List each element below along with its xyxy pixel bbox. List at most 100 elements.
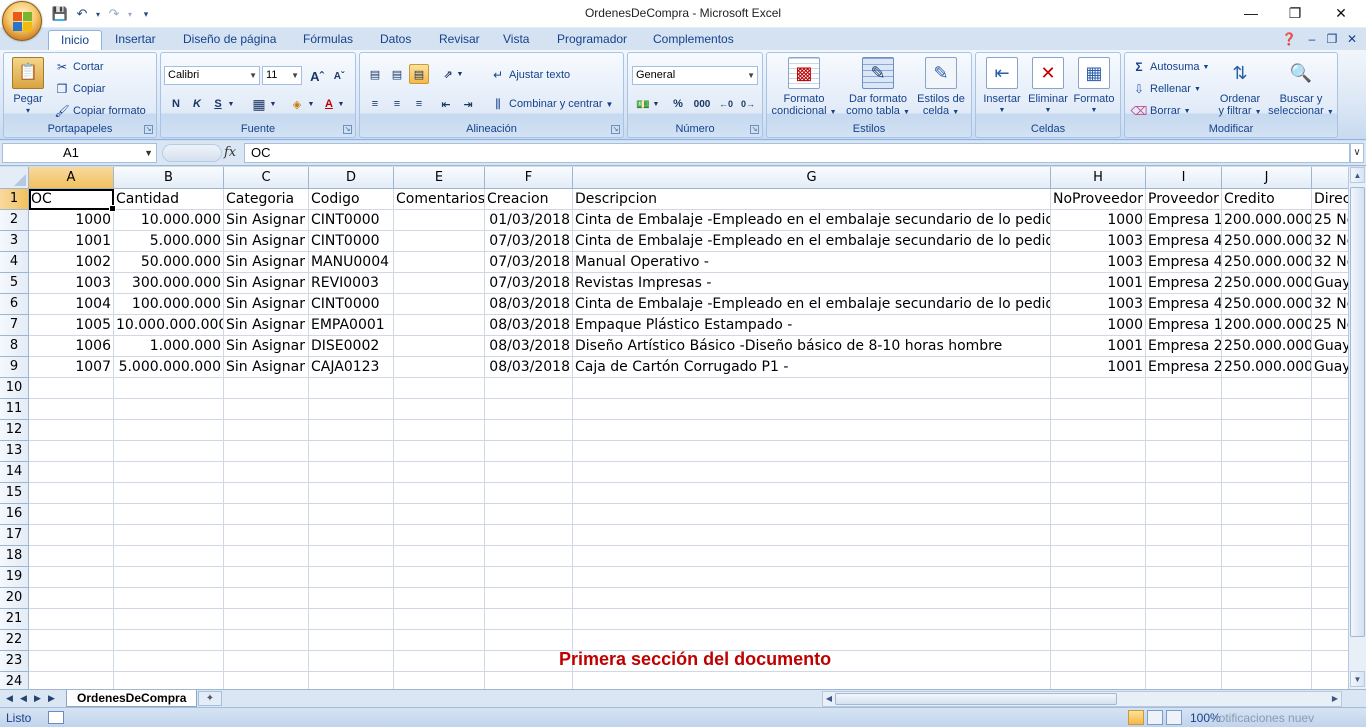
- empty-cell[interactable]: [394, 546, 485, 567]
- empty-cell[interactable]: [114, 651, 224, 672]
- empty-cell[interactable]: [1312, 651, 1348, 672]
- empty-cell[interactable]: [1146, 399, 1222, 420]
- empty-cell[interactable]: [1222, 483, 1312, 504]
- empty-cell[interactable]: [224, 546, 309, 567]
- data-cell[interactable]: [394, 252, 485, 273]
- data-cell[interactable]: Empresa 4: [1146, 252, 1222, 273]
- empty-cell[interactable]: [573, 546, 1051, 567]
- empty-cell[interactable]: [29, 378, 114, 399]
- underline-button[interactable]: S: [208, 94, 228, 114]
- data-cell[interactable]: 1000: [1051, 210, 1146, 231]
- tab-diseno-de-pagina[interactable]: Diseño de página: [171, 30, 288, 50]
- data-cell[interactable]: Empresa 1: [1146, 210, 1222, 231]
- data-cell[interactable]: DISE0002: [309, 336, 394, 357]
- empty-cell[interactable]: [29, 483, 114, 504]
- bold-button[interactable]: N: [166, 94, 186, 114]
- data-cell[interactable]: Empaque Plástico Estampado -: [573, 315, 1051, 336]
- chevron-down-icon[interactable]: ▼: [456, 64, 464, 84]
- column-header[interactable]: C: [224, 167, 309, 189]
- restore-icon[interactable]: ❐: [1272, 0, 1318, 26]
- empty-cell[interactable]: [1146, 504, 1222, 525]
- data-cell[interactable]: Sin Asignar: [224, 231, 309, 252]
- conditional-format-button[interactable]: ▩ Formato condicional ▼: [769, 57, 839, 119]
- shrink-font-icon[interactable]: Aˇ: [329, 66, 349, 86]
- row-header[interactable]: 21: [0, 609, 29, 630]
- column-header[interactable]: B: [114, 167, 224, 189]
- empty-cell[interactable]: [573, 567, 1051, 588]
- empty-cell[interactable]: [309, 609, 394, 630]
- data-cell[interactable]: 250.000.000: [1222, 294, 1312, 315]
- empty-cell[interactable]: [1146, 630, 1222, 651]
- grow-font-icon[interactable]: Aˆ: [307, 66, 327, 86]
- empty-cell[interactable]: [114, 525, 224, 546]
- data-cell[interactable]: Caja de Cartón Corrugado P1 -: [573, 357, 1051, 378]
- data-cell[interactable]: Cinta de Embalaje -Empleado en el embala…: [573, 231, 1051, 252]
- empty-cell[interactable]: [394, 399, 485, 420]
- empty-cell[interactable]: [1222, 378, 1312, 399]
- data-cell[interactable]: 07/03/2018: [485, 231, 573, 252]
- data-cell[interactable]: CAJA0123: [309, 357, 394, 378]
- empty-cell[interactable]: [29, 546, 114, 567]
- data-cell[interactable]: Sin Asignar: [224, 210, 309, 231]
- empty-cell[interactable]: [485, 672, 573, 689]
- data-cell[interactable]: 08/03/2018: [485, 357, 573, 378]
- increase-decimal-icon[interactable]: ←0: [716, 94, 736, 114]
- empty-cell[interactable]: [394, 525, 485, 546]
- format-painter-button[interactable]: 🖌 Copiar formato: [54, 101, 145, 121]
- number-format-combo[interactable]: General ▼: [632, 66, 758, 85]
- empty-cell[interactable]: [1222, 399, 1312, 420]
- currency-icon[interactable]: 💵: [633, 94, 653, 114]
- row-header[interactable]: 10: [0, 378, 29, 399]
- orientation-icon[interactable]: ⇗: [438, 64, 458, 84]
- data-cell[interactable]: 100.000.000: [114, 294, 224, 315]
- empty-cell[interactable]: [224, 483, 309, 504]
- empty-cell[interactable]: [1312, 672, 1348, 689]
- empty-cell[interactable]: [309, 588, 394, 609]
- insert-function-icon[interactable]: fx: [224, 145, 236, 160]
- dialog-launcher-icon[interactable]: ↘: [611, 125, 620, 134]
- wrap-text-button[interactable]: ↵ Ajustar texto: [490, 65, 570, 85]
- empty-cell[interactable]: [224, 651, 309, 672]
- empty-cell[interactable]: [1222, 525, 1312, 546]
- empty-cell[interactable]: [224, 399, 309, 420]
- empty-cell[interactable]: [224, 378, 309, 399]
- empty-cell[interactable]: [1222, 546, 1312, 567]
- empty-cell[interactable]: [1146, 483, 1222, 504]
- font-color-icon[interactable]: A: [319, 94, 339, 114]
- data-cell[interactable]: Manual Operativo -: [573, 252, 1051, 273]
- tab-vista[interactable]: Vista: [491, 30, 541, 50]
- empty-cell[interactable]: [224, 609, 309, 630]
- data-cell[interactable]: CINT0000: [309, 231, 394, 252]
- empty-cell[interactable]: [309, 525, 394, 546]
- empty-cell[interactable]: [1312, 525, 1348, 546]
- office-button[interactable]: [2, 1, 42, 41]
- empty-cell[interactable]: [573, 525, 1051, 546]
- data-cell[interactable]: [394, 210, 485, 231]
- tab-insertar[interactable]: Insertar: [103, 30, 168, 50]
- data-cell[interactable]: Guay: [1312, 357, 1348, 378]
- data-cell[interactable]: 32 Ne: [1312, 294, 1348, 315]
- row-header[interactable]: 17: [0, 525, 29, 546]
- data-cell[interactable]: 250.000.000: [1222, 357, 1312, 378]
- empty-cell[interactable]: [29, 567, 114, 588]
- fill-color-icon[interactable]: ◈: [287, 94, 307, 114]
- empty-cell[interactable]: [309, 672, 394, 689]
- column-header[interactable]: E: [394, 167, 485, 189]
- prev-sheet-icon[interactable]: ◀: [18, 691, 29, 706]
- data-cell[interactable]: CINT0000: [309, 210, 394, 231]
- dialog-launcher-icon[interactable]: ↘: [750, 125, 759, 134]
- empty-cell[interactable]: [485, 609, 573, 630]
- data-cell[interactable]: Sin Asignar: [224, 252, 309, 273]
- data-cell[interactable]: [394, 273, 485, 294]
- row-header[interactable]: 8: [0, 336, 29, 357]
- data-cell[interactable]: 1001: [1051, 357, 1146, 378]
- empty-cell[interactable]: [394, 672, 485, 689]
- data-cell[interactable]: Sin Asignar: [224, 315, 309, 336]
- align-right-icon[interactable]: ≡: [409, 94, 429, 114]
- empty-cell[interactable]: [309, 378, 394, 399]
- data-cell[interactable]: Sin Asignar: [224, 336, 309, 357]
- empty-cell[interactable]: [1312, 567, 1348, 588]
- empty-cell[interactable]: [1051, 672, 1146, 689]
- data-cell[interactable]: 1003: [29, 273, 114, 294]
- chevron-down-icon[interactable]: ▼: [269, 94, 277, 114]
